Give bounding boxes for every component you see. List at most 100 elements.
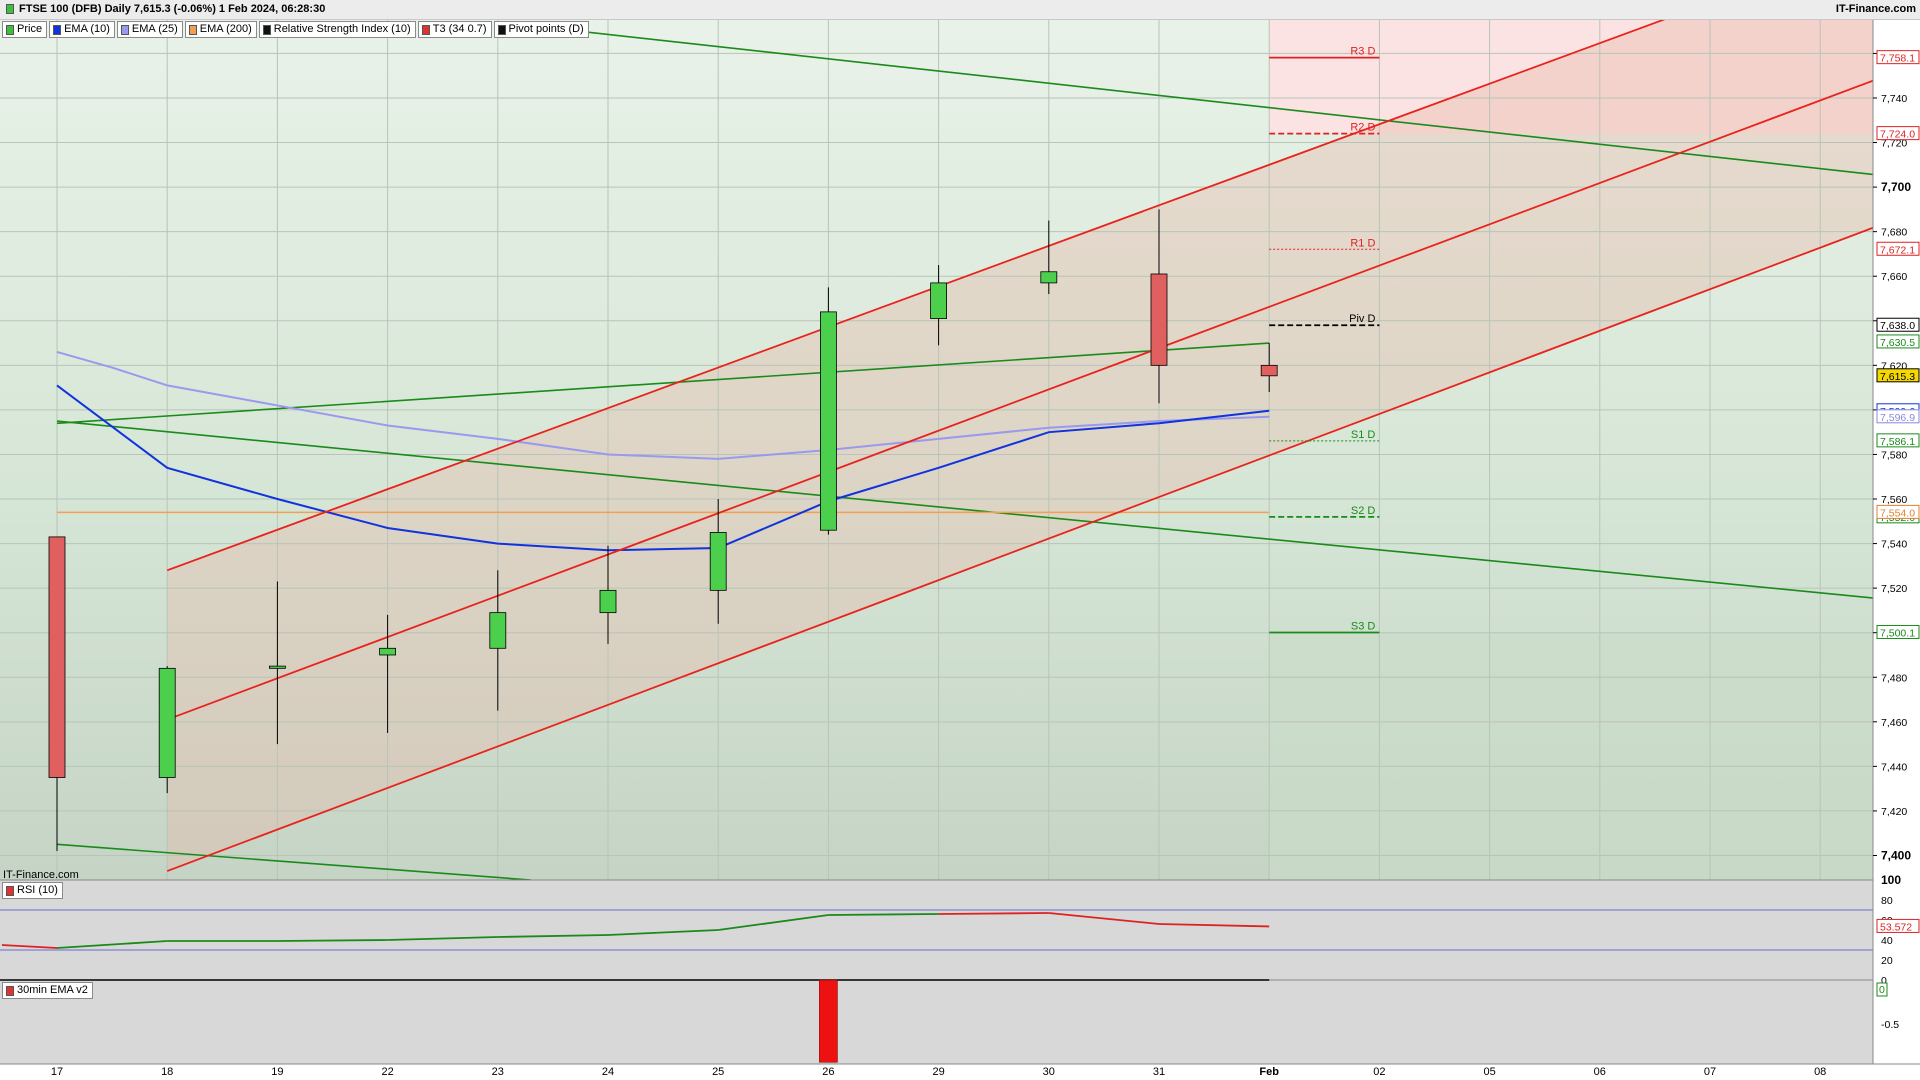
brand-label: IT-Finance.com [1835, 3, 1916, 15]
rsi-panel-label-text: RSI (10) [17, 884, 58, 896]
candle-body [599, 589, 617, 614]
x-tick-label: 17 [51, 1066, 63, 1078]
pivot-label: S3 D [1351, 620, 1376, 632]
rsi-background [0, 880, 1873, 980]
legend-label: Relative Strength Index (10) [273, 23, 411, 35]
value-tag-text: 7,596.9 [1880, 412, 1915, 424]
ema-osc-swatch-icon [6, 985, 14, 996]
legend-item-ema10[interactable]: EMA (10) [49, 21, 115, 38]
watermark: IT-Finance.com [3, 869, 79, 881]
x-tick-label: 22 [381, 1066, 393, 1078]
value-tag-text: 7,758.1 [1880, 53, 1915, 65]
y-tick-label: 7,560 [1881, 494, 1907, 506]
x-tick-label: 26 [822, 1066, 834, 1078]
rsi-panel [0, 879, 1920, 980]
legend-item-pivots[interactable]: Pivot points (D) [493, 21, 589, 38]
rsi-panel-label[interactable]: RSI (10) [2, 882, 63, 899]
x-tick-label: 02 [1373, 1066, 1385, 1078]
rsi-tick-label: 100 [1881, 873, 1901, 887]
rsi-tick-label: 20 [1881, 955, 1893, 967]
legend-item-rsi[interactable]: Relative Strength Index (10) [258, 21, 416, 38]
chart-title: FTSE 100 (DFB) Daily 7,615.3 (-0.06%) 1 … [6, 3, 325, 15]
support-zone [1269, 632, 1873, 880]
rsi-value-tag: 53.572 [1876, 918, 1920, 933]
candle-body [268, 665, 286, 669]
osc-background [0, 980, 1873, 1064]
candle-body [930, 282, 947, 319]
x-tick-label: 30 [1043, 1066, 1055, 1078]
value-tag-text: 0 [1879, 984, 1885, 996]
candle-body [1150, 273, 1168, 366]
ema-osc-panel-label-text: 30min EMA v2 [17, 984, 88, 996]
x-tick-label: 24 [602, 1066, 614, 1078]
x-tick-label: 06 [1594, 1066, 1606, 1078]
y-tick-label: 7,520 [1881, 583, 1907, 595]
legend-label: EMA (200) [199, 23, 252, 35]
legend-label: Price [17, 23, 43, 35]
pivot-value-tag: 7,672.1 [1876, 241, 1920, 256]
ema-osc-panel-label[interactable]: 30min EMA v2 [2, 982, 93, 999]
value-tag-text: 7,586.1 [1880, 436, 1915, 448]
rsi-segment [277, 939, 388, 942]
legend-label: EMA (25) [131, 23, 178, 35]
candle-body [379, 647, 397, 656]
y-tick-label: 7,400 [1881, 848, 1911, 862]
x-tick-label: 07 [1704, 1066, 1716, 1078]
legend-item-ema200[interactable]: EMA (200) [184, 21, 257, 38]
y-tick-label: 7,580 [1881, 449, 1907, 461]
osc-bar [819, 979, 838, 1063]
legend-swatch-icon [53, 24, 62, 35]
x-axis-background [0, 1064, 1920, 1080]
legend-item-price[interactable]: Price [2, 21, 48, 38]
pivot-label: R3 D [1350, 46, 1375, 58]
rsi-segment [938, 912, 1049, 915]
candle [158, 666, 176, 794]
pivot-label: Piv D [1349, 313, 1375, 325]
candle-body [1040, 271, 1058, 284]
value-tag: 7,630.5 [1876, 334, 1920, 349]
value-tag-text: 7,554.0 [1880, 507, 1915, 519]
chart-window: R3 D R2 D R1 D Piv D S1 D S2 D S3 D 7,400 7,420… [0, 0, 1920, 1080]
rsi-tick-label: 80 [1881, 895, 1893, 907]
legend-item-t3[interactable]: T3 (34 0.7) [417, 21, 492, 38]
y-tick-label: 7,480 [1881, 672, 1907, 684]
value-tag-text: 7,724.0 [1880, 129, 1915, 141]
y-tick-label: 7,540 [1881, 539, 1907, 551]
x-tick-label: 23 [492, 1066, 504, 1078]
ema-osc-panel [0, 979, 1920, 1064]
rsi-tick-label: 40 [1881, 935, 1893, 947]
legend-swatch-icon [188, 24, 197, 35]
x-tick-label: 19 [271, 1066, 283, 1078]
legend-swatch-icon [262, 24, 271, 35]
value-tag-text: 7,615.3 [1880, 371, 1915, 383]
candle-body [48, 536, 66, 778]
pivot-value-tag: 7,638.0 [1876, 317, 1920, 332]
candle-body [820, 311, 837, 531]
pivot-value-tag: 7,500.1 [1876, 624, 1920, 639]
candle-body [158, 667, 176, 778]
legend-swatch-icon [421, 24, 430, 35]
legend-item-ema25[interactable]: EMA (25) [116, 21, 183, 38]
osc-value-tag: 0 [1876, 982, 1888, 997]
x-tick-label: 18 [161, 1066, 173, 1078]
legend-label: EMA (10) [64, 23, 110, 35]
x-tick-label: 29 [932, 1066, 944, 1078]
value-tag: 7,596.9 [1876, 409, 1920, 424]
chart-title-text: FTSE 100 (DFB) Daily 7,615.3 (-0.06%) 1 … [19, 3, 326, 15]
legend-swatch-icon [497, 24, 506, 35]
y-tick-label: 7,680 [1881, 227, 1907, 239]
pivot-value-tag: 7,758.1 [1876, 50, 1920, 65]
candle-body [489, 612, 507, 649]
value-tag: 7,554.0 [1876, 504, 1920, 519]
osc-tick-label: -0.5 [1881, 1019, 1899, 1031]
legend-swatch-icon [6, 24, 14, 35]
pivot-label: S1 D [1351, 429, 1376, 441]
candle-body [709, 532, 727, 591]
value-tag-text: 53.572 [1880, 921, 1912, 933]
pivot-label: R2 D [1350, 122, 1375, 134]
legend-swatch-icon [120, 24, 129, 35]
rsi-swatch-icon [6, 885, 14, 896]
y-tick-label: 7,460 [1881, 717, 1907, 729]
y-tick-label: 7,700 [1881, 180, 1911, 194]
pivot-value-tag: 7,724.0 [1876, 126, 1920, 141]
